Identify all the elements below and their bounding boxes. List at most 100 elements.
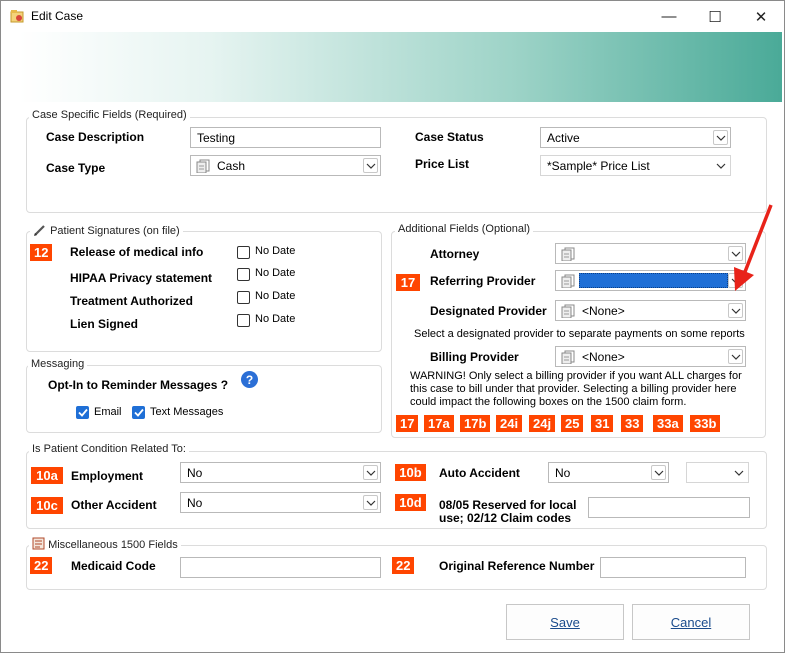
box-badge-17a: 17a — [424, 415, 454, 432]
chevron-down-icon[interactable] — [713, 158, 728, 173]
original-reference-input[interactable] — [600, 557, 746, 578]
other-accident-value: No — [187, 496, 203, 510]
box-12-badge: 12 — [30, 244, 52, 261]
original-reference-label: Original Reference Number — [439, 559, 595, 573]
reserved-label-line1: 08/05 Reserved for local — [439, 498, 577, 512]
release-no-date-checkbox[interactable] — [237, 246, 250, 259]
condition-group-label: Is Patient Condition Related To: — [29, 443, 189, 455]
designated-provider-label: Designated Provider — [430, 304, 547, 318]
chevron-down-icon[interactable] — [363, 495, 378, 510]
case-description-input[interactable]: Testing — [190, 127, 381, 148]
document-icon — [195, 159, 211, 174]
price-list-select[interactable]: *Sample* Price List — [540, 155, 731, 176]
employment-select[interactable]: No — [180, 462, 381, 483]
release-no-date-label: No Date — [255, 245, 296, 257]
case-status-select[interactable]: Active — [540, 127, 731, 148]
box-22-badge: 22 — [30, 557, 52, 574]
box-badge-24j: 24j — [529, 415, 556, 432]
attorney-label: Attorney — [430, 247, 480, 261]
messaging-group-label: Messaging — [28, 358, 88, 370]
auto-accident-select[interactable]: No — [548, 462, 669, 483]
case-status-label: Case Status — [415, 130, 484, 144]
box-10d-badge: 10d — [395, 494, 426, 511]
close-button[interactable]: ✕ — [738, 1, 784, 32]
chevron-down-icon[interactable] — [728, 303, 743, 318]
help-icon[interactable]: ? — [241, 371, 258, 388]
case-status-value: Active — [547, 131, 580, 145]
referring-provider-select[interactable] — [555, 270, 746, 291]
text-messages-label: Text Messages — [150, 406, 224, 418]
treatment-no-date-checkbox[interactable] — [237, 291, 250, 304]
other-accident-select[interactable]: No — [180, 492, 381, 513]
designated-provider-select[interactable]: <None> — [555, 300, 746, 321]
medicaid-code-input[interactable] — [180, 557, 381, 578]
box-badge-17b: 17b — [460, 415, 491, 432]
edit-case-window: Edit Case — ☐ ✕ Case Specific Fields (Re… — [0, 0, 785, 653]
auto-accident-value: No — [555, 466, 571, 480]
auto-accident-label: Auto Accident — [439, 466, 520, 480]
misc-group-label: Miscellaneous 1500 Fields — [29, 537, 181, 551]
hipaa-label: HIPAA Privacy statement — [70, 271, 213, 285]
attorney-select[interactable] — [555, 243, 746, 264]
app-icon — [10, 9, 24, 23]
employment-value: No — [187, 466, 203, 480]
form-icon — [32, 537, 45, 550]
box-badge-31: 31 — [591, 415, 614, 432]
window-title: Edit Case — [31, 9, 84, 23]
other-accident-label: Other Accident — [71, 498, 157, 512]
billing-provider-label: Billing Provider — [430, 350, 519, 364]
box-22-original-badge: 22 — [392, 557, 414, 574]
lien-no-date-label: No Date — [255, 313, 296, 325]
chevron-down-icon[interactable] — [713, 130, 728, 145]
reserved-label-line2: use; 02/12 Claim codes — [439, 511, 572, 525]
price-list-value: *Sample* Price List — [547, 159, 650, 173]
minimize-button[interactable]: — — [646, 1, 692, 32]
box-17-badge: 17 — [396, 274, 420, 291]
case-type-value: Cash — [217, 159, 246, 173]
medicaid-code-label: Medicaid Code — [71, 559, 156, 573]
billing-provider-select[interactable]: <None> — [555, 346, 746, 367]
box-badge-25: 25 — [561, 415, 584, 432]
signatures-group-text: Patient Signatures (on file) — [50, 225, 180, 237]
opt-in-label: Opt-In to Reminder Messages ? — [48, 378, 229, 392]
designated-provider-value: <None> — [582, 304, 625, 318]
signatures-group-label: Patient Signatures (on file) — [30, 223, 183, 237]
additional-fields-group-label: Additional Fields (Optional) — [395, 223, 534, 235]
cancel-button[interactable]: Cancel — [632, 604, 750, 640]
email-checkbox[interactable] — [76, 406, 89, 419]
messaging-group — [26, 365, 382, 433]
case-type-label: Case Type — [46, 161, 106, 175]
hipaa-no-date-checkbox[interactable] — [237, 268, 250, 281]
referring-provider-label: Referring Provider — [430, 274, 536, 288]
lien-no-date-checkbox[interactable] — [237, 314, 250, 327]
employment-label: Employment — [71, 469, 144, 483]
document-icon — [560, 304, 576, 319]
case-type-select[interactable]: Cash — [190, 155, 381, 176]
chevron-down-icon[interactable] — [728, 349, 743, 364]
title-bar: Edit Case — ☐ ✕ — [1, 1, 784, 32]
save-button[interactable]: Save — [506, 604, 624, 640]
document-icon — [560, 247, 576, 262]
chevron-down-icon[interactable] — [363, 158, 378, 173]
lien-signed-label: Lien Signed — [70, 317, 139, 331]
box-10a-badge: 10a — [31, 467, 63, 484]
designated-provider-note: Select a designated provider to separate… — [414, 328, 745, 340]
maximize-button[interactable]: ☐ — [692, 1, 738, 32]
document-icon — [560, 274, 576, 289]
header-banner — [19, 32, 782, 102]
text-messages-checkbox[interactable] — [132, 406, 145, 419]
chevron-down-icon[interactable] — [363, 465, 378, 480]
box-badge-17: 17 — [396, 415, 419, 432]
box-badge-33: 33 — [621, 415, 644, 432]
reserved-claim-codes-input[interactable] — [588, 497, 750, 518]
hipaa-no-date-label: No Date — [255, 267, 296, 279]
chevron-down-icon[interactable] — [731, 465, 746, 480]
box-10b-badge: 10b — [395, 464, 426, 481]
email-label: Email — [94, 406, 122, 418]
treatment-no-date-label: No Date — [255, 290, 296, 302]
chevron-down-icon[interactable] — [651, 465, 666, 480]
red-arrow-annotation — [734, 204, 773, 291]
billing-warning-text: WARNING! Only select a billing provider … — [410, 370, 742, 408]
auto-accident-state-select[interactable] — [686, 462, 749, 483]
box-10c-badge: 10c — [31, 497, 63, 514]
